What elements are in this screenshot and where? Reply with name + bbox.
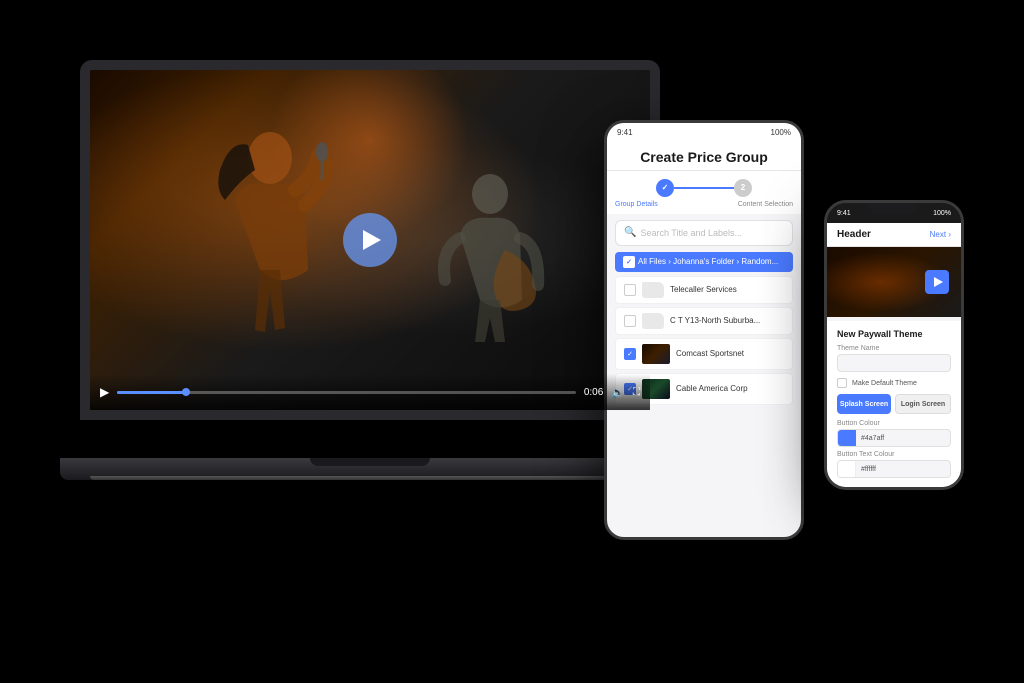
button-colour-value: #4a7aff <box>856 435 889 442</box>
button-text-colour-input[interactable]: #ffffff <box>837 460 951 478</box>
progress-fill <box>117 391 186 394</box>
button-text-colour-swatch <box>838 461 856 477</box>
make-default-row[interactable]: Make Default Theme <box>837 378 951 388</box>
file-checkbox-2[interactable]: ✓ <box>624 348 636 360</box>
theme-name-label: Theme Name <box>837 345 951 352</box>
make-default-label: Make Default Theme <box>852 380 917 387</box>
phone-next-button[interactable]: Next › <box>930 230 951 239</box>
fullscreen-icon[interactable]: ⛶ <box>633 387 640 398</box>
tablet-title: Create Price Group <box>619 149 789 166</box>
step-labels: Group Details Content Selection <box>607 201 801 214</box>
phone-play-icon <box>934 277 943 287</box>
folder-icon-0 <box>642 282 664 298</box>
button-colour-label: Button Colour <box>837 420 951 427</box>
laptop-feet <box>90 476 650 480</box>
button-colour-input[interactable]: #4a7aff <box>837 429 951 447</box>
file-row-0[interactable]: Telecaller Services <box>615 276 793 304</box>
theme-buttons-group: Splash Screen Login Screen <box>837 394 951 414</box>
file-row-1[interactable]: C T Y13-North Suburba... <box>615 307 793 335</box>
breadcrumb-text: All Files › Johanna's Folder › Random... <box>638 257 778 266</box>
step-1-label: Group Details <box>615 201 658 208</box>
laptop-screen: ▶ 0:06 🔊 ⛶ <box>80 60 660 420</box>
phone-header-title: Header <box>837 229 871 240</box>
phone-header: Header Next › <box>827 223 961 247</box>
login-screen-button[interactable]: Login Screen <box>895 394 951 414</box>
file-checkbox-0[interactable] <box>624 284 636 296</box>
make-default-checkbox[interactable] <box>837 378 847 388</box>
paywall-section: New Paywall Theme Theme Name Make Defaul… <box>827 321 961 487</box>
tablet-status-bar: 9:41 100% <box>607 123 801 141</box>
file-checkbox-1[interactable] <box>624 315 636 327</box>
search-icon: 🔍 <box>624 227 636 238</box>
tablet-device: 9:41 100% Create Price Group ✓ 2 Group D… <box>604 120 804 540</box>
tablet-screen: 9:41 100% Create Price Group ✓ 2 Group D… <box>607 123 801 537</box>
laptop-notch <box>310 458 430 466</box>
phone-play-button[interactable] <box>925 270 949 294</box>
file-name-0: Telecaller Services <box>670 285 784 294</box>
progress-bar[interactable] <box>117 391 576 394</box>
progress-dot <box>182 388 190 396</box>
step-2-number: 2 <box>741 183 745 192</box>
video-controls-bar[interactable]: ▶ 0:06 🔊 ⛶ <box>90 374 650 410</box>
tablet-steps: ✓ 2 <box>607 171 801 201</box>
video-player[interactable]: ▶ 0:06 🔊 ⛶ <box>90 70 650 410</box>
theme-name-input[interactable] <box>837 354 951 372</box>
breadcrumb-checkbox[interactable]: ✓ <box>623 256 635 268</box>
tablet-search-bar[interactable]: 🔍 Search Title and Labels... <box>615 220 793 246</box>
button-text-colour-label: Button Text Colour <box>837 451 951 458</box>
step-2-circle: 2 <box>734 179 752 197</box>
laptop-base <box>60 458 680 480</box>
phone-video-thumbnail[interactable] <box>827 247 961 317</box>
paywall-section-title: New Paywall Theme <box>837 329 951 339</box>
control-play-icon[interactable]: ▶ <box>100 385 109 399</box>
file-name-1: C T Y13-North Suburba... <box>670 316 784 325</box>
phone-notch-bar: 9:41 100% <box>827 203 961 223</box>
folder-icon-1 <box>642 313 664 329</box>
tablet-breadcrumb[interactable]: ✓ All Files › Johanna's Folder › Random.… <box>615 252 793 272</box>
phone-notch <box>869 203 919 215</box>
laptop-device: ▶ 0:06 🔊 ⛶ <box>60 60 680 480</box>
play-icon <box>363 230 381 250</box>
file-name-3: Cable America Corp <box>676 384 784 393</box>
file-name-2: Comcast Sportsnet <box>676 349 784 358</box>
button-text-colour-value: #ffffff <box>856 466 881 473</box>
file-row-2[interactable]: ✓ Comcast Sportsnet <box>615 338 793 370</box>
splash-screen-button[interactable]: Splash Screen <box>837 394 891 414</box>
phone-device: 9:41 100% Header Next › New Paywall Them… <box>824 200 964 490</box>
file-thumbnail-2 <box>642 344 670 364</box>
step-1-circle: ✓ <box>656 179 674 197</box>
step-1-check: ✓ <box>662 183 669 192</box>
step-2-label: Content Selection <box>738 201 793 208</box>
play-button[interactable] <box>343 213 397 267</box>
time-display: 0:06 <box>584 387 603 398</box>
search-placeholder-text: Search Title and Labels... <box>640 228 742 238</box>
phone-time: 9:41 <box>837 210 851 217</box>
tablet-battery: 100% <box>771 128 791 137</box>
tablet-time: 9:41 <box>617 128 633 137</box>
volume-icon[interactable]: 🔊 <box>611 386 625 399</box>
phone-battery: 100% <box>933 210 951 217</box>
step-line <box>674 187 734 189</box>
tablet-title-area: Create Price Group <box>607 141 801 171</box>
musician-figure <box>430 170 550 350</box>
singer-figure <box>200 130 340 350</box>
button-colour-swatch <box>838 430 856 446</box>
phone-screen: Header Next › New Paywall Theme Theme Na… <box>827 223 961 487</box>
